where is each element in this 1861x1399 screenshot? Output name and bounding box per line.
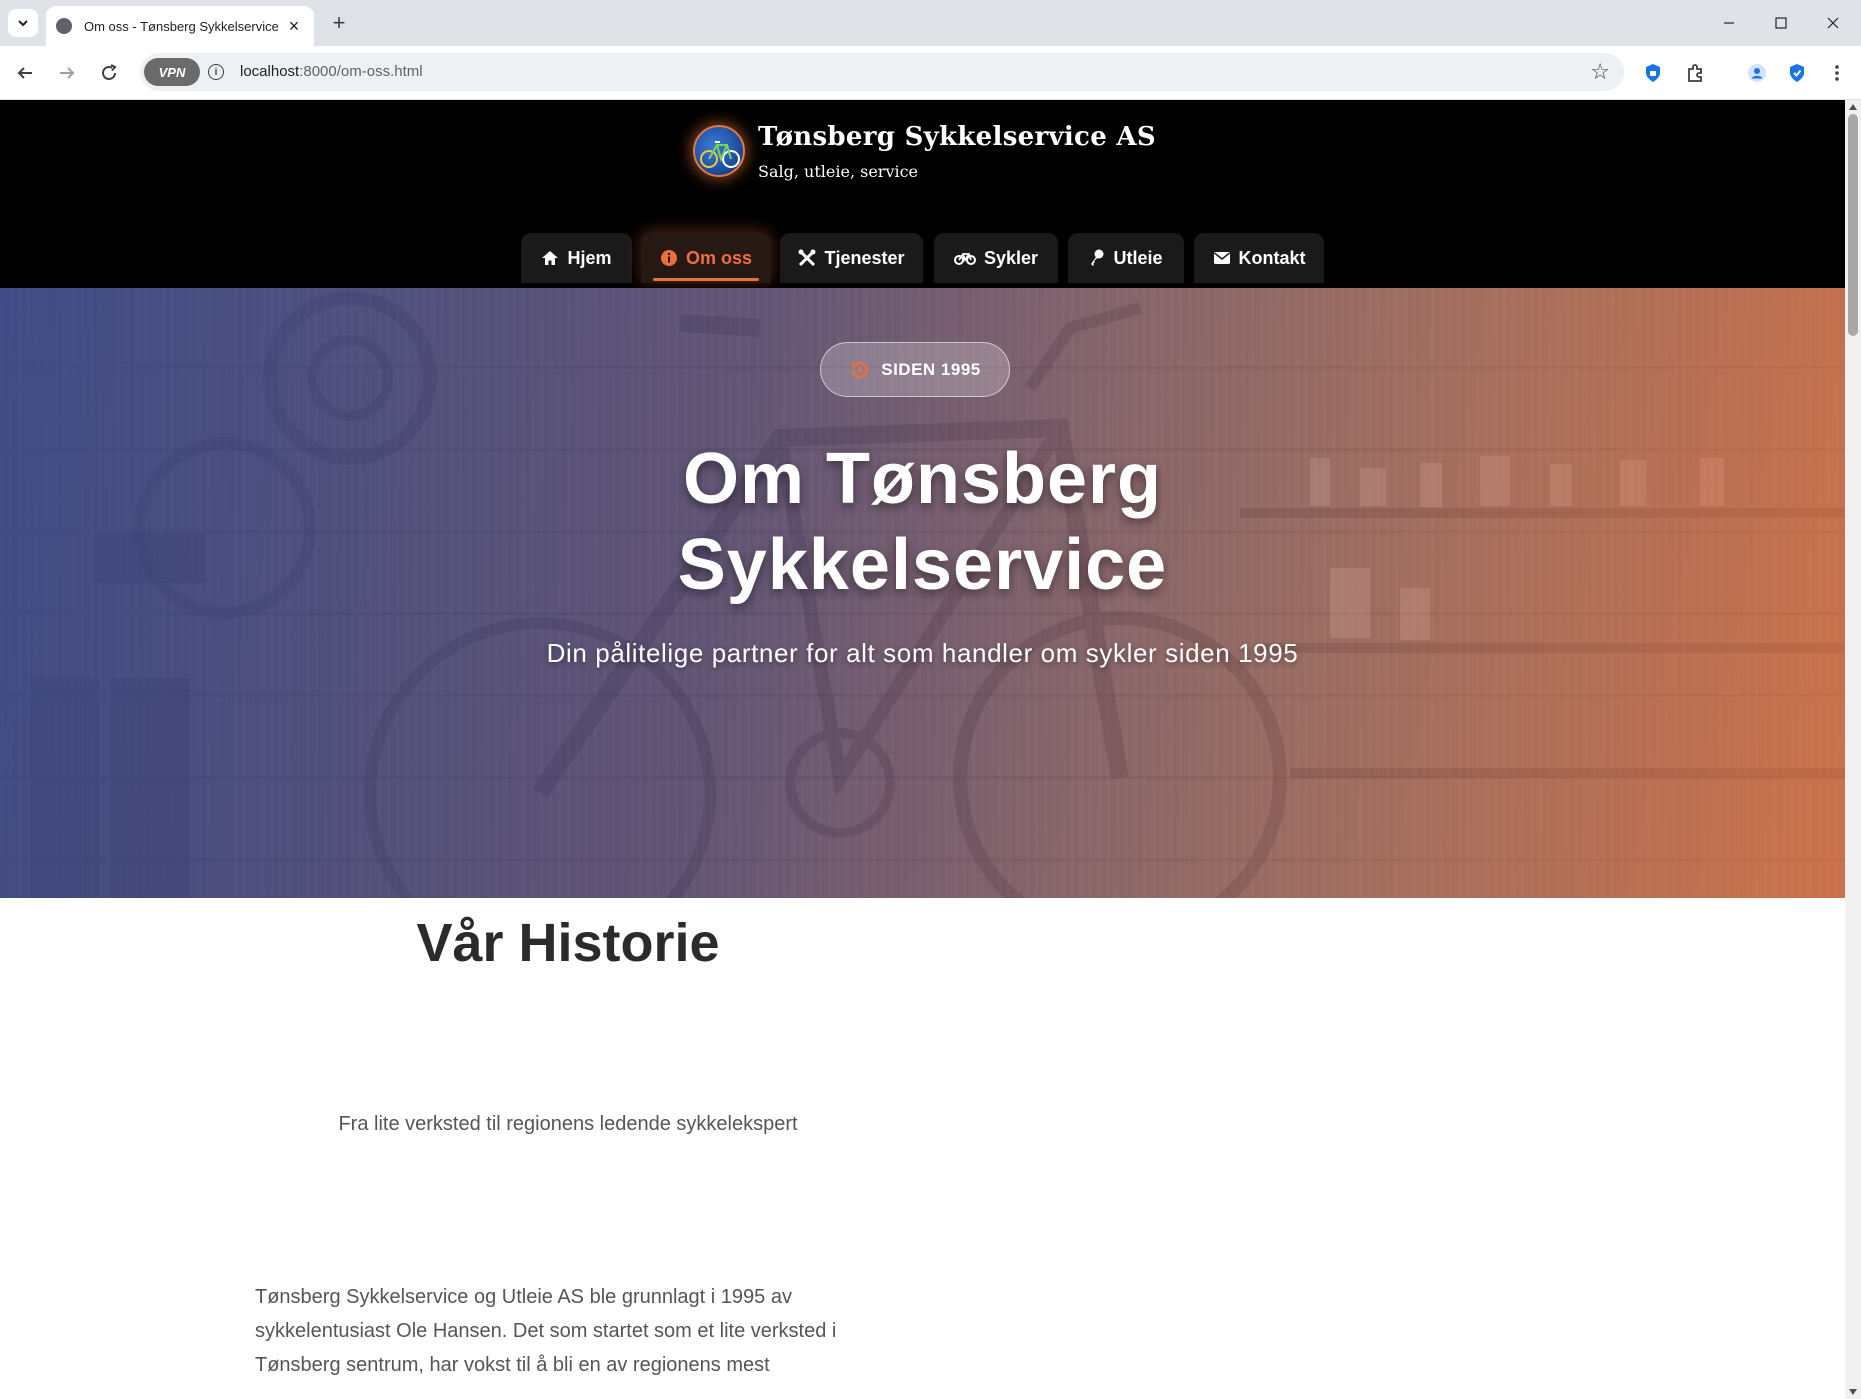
- vpn-button[interactable]: VPN: [144, 58, 200, 86]
- forward-button[interactable]: [52, 58, 82, 88]
- nav-item-om-oss[interactable]: Om oss: [641, 233, 771, 283]
- bicycle-icon: [953, 251, 976, 265]
- browser-toolbar: VPN i localhost:8000/om-oss.html ☆: [0, 46, 1861, 100]
- nav-item-label: Kontakt: [1238, 247, 1306, 268]
- brand-title[interactable]: Tønsberg Sykkelservice AS: [758, 122, 1156, 152]
- since-badge-label: SIDEN 1995: [881, 359, 981, 379]
- home-icon: [541, 250, 559, 266]
- page-viewport: Tønsberg Sykkelservice AS Salg, utleie, …: [0, 100, 1845, 1399]
- reload-icon: [102, 64, 117, 80]
- history-body-line: Tønsberg sentrum, har vokst til å bli en…: [255, 1354, 770, 1376]
- close-tab-icon[interactable]: ×: [284, 16, 304, 36]
- browser-tabbar: Om oss - Tønsberg Sykkelservice og × +: [0, 0, 1861, 46]
- main-nav: Hjem Om oss Tjenester Sykler Utleie Kont…: [0, 233, 1845, 283]
- close-window-button[interactable]: [1807, 0, 1859, 46]
- minimize-icon: [1724, 22, 1734, 24]
- hero-section: SIDEN 1995 Om Tønsberg Sykkelservice Din…: [0, 288, 1845, 898]
- history-body-line: Tønsberg Sykkelservice og Utleie AS ble …: [255, 1286, 792, 1308]
- maximize-icon: [1775, 17, 1787, 29]
- arrow-left-icon: [17, 67, 32, 79]
- page-scrollbar[interactable]: [1845, 100, 1861, 1399]
- bitwarden-shield-icon[interactable]: [1782, 58, 1812, 88]
- site-logo[interactable]: [693, 125, 745, 177]
- since-badge: SIDEN 1995: [820, 342, 1010, 397]
- nav-item-sykler[interactable]: Sykler: [934, 233, 1058, 283]
- extensions-puzzle-icon[interactable]: [1680, 58, 1710, 88]
- address-bar[interactable]: VPN i localhost:8000/om-oss.html ☆: [140, 53, 1624, 91]
- nav-item-label: Tjenester: [824, 247, 905, 268]
- history-clock-icon: [849, 359, 871, 381]
- browser-tab-active[interactable]: Om oss - Tønsberg Sykkelservice og ×: [46, 6, 314, 46]
- chevron-down-icon: [18, 20, 28, 27]
- back-button[interactable]: [10, 58, 40, 88]
- reload-button[interactable]: [94, 58, 124, 88]
- brand-subtitle: Salg, utleie, service: [758, 162, 919, 181]
- scrollbar-thumb[interactable]: [1848, 114, 1858, 336]
- minimize-button[interactable]: [1703, 0, 1755, 46]
- history-title: Vår Historie: [416, 913, 720, 973]
- bicycle-logo-icon: [700, 141, 740, 168]
- info-circle-icon: [660, 249, 678, 267]
- tab-search-button[interactable]: [8, 9, 38, 37]
- maximize-button[interactable]: [1755, 0, 1807, 46]
- hero-title-line2: Sykkelservice: [677, 525, 1168, 605]
- key-icon: [1089, 249, 1105, 267]
- tools-icon: [798, 249, 816, 267]
- nav-item-tjenester[interactable]: Tjenester: [780, 233, 923, 283]
- globe-icon: [56, 18, 72, 34]
- new-tab-button[interactable]: +: [326, 10, 352, 36]
- nav-item-label: Utleie: [1113, 247, 1163, 268]
- history-body-line: sykkelentusiast Ole Hansen. Det som star…: [255, 1320, 837, 1342]
- url-text[interactable]: localhost:8000/om-oss.html: [240, 63, 423, 80]
- envelope-icon: [1213, 251, 1231, 265]
- history-body: Tønsberg Sykkelservice og Utleie AS ble …: [255, 1280, 895, 1382]
- close-icon: [1827, 17, 1839, 29]
- nav-item-label: Om oss: [685, 247, 753, 268]
- scroll-up-arrow-icon[interactable]: [1849, 104, 1857, 110]
- hero-title: Om Tønsberg Sykkelservice: [0, 436, 1845, 608]
- bookmark-star-icon[interactable]: ☆: [1590, 59, 1610, 85]
- site-info-icon[interactable]: i: [208, 64, 224, 80]
- arrow-right-icon: [60, 67, 75, 79]
- nav-item-kontakt[interactable]: Kontakt: [1194, 233, 1324, 283]
- nav-item-hjem[interactable]: Hjem: [521, 233, 632, 283]
- site-header: Tønsberg Sykkelservice AS Salg, utleie, …: [0, 100, 1845, 288]
- nav-item-utleie[interactable]: Utleie: [1068, 233, 1184, 283]
- hero-title-line1: Om Tønsberg: [682, 439, 1163, 519]
- browser-menu-kebab-icon[interactable]: [1822, 58, 1852, 88]
- shield-extension-icon[interactable]: [1638, 58, 1668, 88]
- scroll-down-arrow-icon[interactable]: [1849, 1389, 1857, 1395]
- nav-item-label: Sykler: [983, 247, 1039, 268]
- tab-title: Om oss - Tønsberg Sykkelservice og: [84, 18, 278, 34]
- hero-subtitle: Din pålitelige partner for alt som handl…: [546, 638, 1299, 668]
- profile-avatar-icon[interactable]: [1742, 58, 1772, 88]
- history-subtitle: Fra lite verksted til regionens ledende …: [338, 1113, 798, 1135]
- nav-item-label: Hjem: [567, 247, 612, 268]
